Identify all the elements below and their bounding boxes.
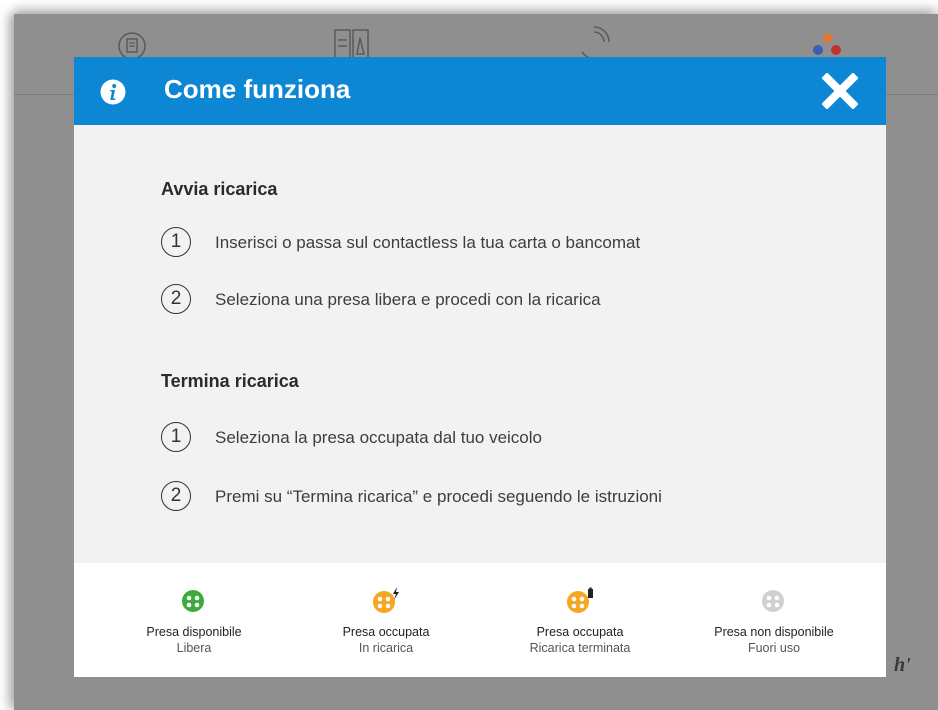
legend-item-charged: Presa occupata Ricarica terminata	[490, 587, 670, 655]
legend-title: Presa disponibile	[146, 625, 242, 639]
modal-header: Come funziona	[74, 57, 886, 125]
legend-item-charging: Presa occupata In ricarica	[296, 587, 476, 655]
legend-subtitle: In ricarica	[358, 641, 414, 655]
step-text: Seleziona una presa libera e procedi con…	[215, 290, 601, 309]
step-text: Seleziona la presa occupata dal tuo veic…	[215, 428, 542, 447]
modal-title: Come funziona	[164, 74, 351, 104]
legend-title: Presa occupata	[536, 625, 624, 639]
legend-title: Presa occupata	[342, 625, 430, 639]
legend-title: Presa non disponibile	[714, 625, 834, 639]
step-text: Inserisci o passa sul contactless la tua…	[215, 233, 641, 252]
socket-status-legend: Presa disponibile Libera Presa occupata …	[74, 563, 886, 677]
how-it-works-modal: Come funziona Avvia ricarica 1 Inserisci…	[74, 57, 886, 677]
legend-item-available: Presa disponibile Libera	[104, 587, 284, 655]
step-number: 1	[161, 227, 191, 257]
section-title-termina: Termina ricarica	[161, 371, 299, 391]
socket-charging-icon	[373, 587, 399, 613]
close-x-icon[interactable]	[822, 73, 858, 109]
socket-charged-icon	[567, 587, 593, 613]
legend-item-unavailable: Presa non disponibile Fuori uso	[684, 587, 864, 655]
step-text: Premi su “Termina ricarica” e procedi se…	[215, 487, 662, 506]
socket-available-icon	[182, 590, 204, 612]
legend-subtitle: Fuori uso	[747, 641, 801, 655]
info-circle-icon	[100, 79, 126, 105]
legend-subtitle: Ricarica terminata	[529, 641, 631, 655]
socket-unavailable-icon	[762, 590, 784, 612]
step-number: 2	[161, 284, 191, 314]
section-title-avvia: Avvia ricarica	[161, 179, 278, 199]
step-number: 2	[161, 481, 191, 511]
brand-logo-partial: h'	[894, 654, 911, 676]
legend-subtitle: Libera	[176, 641, 212, 655]
step-number: 1	[161, 422, 191, 452]
